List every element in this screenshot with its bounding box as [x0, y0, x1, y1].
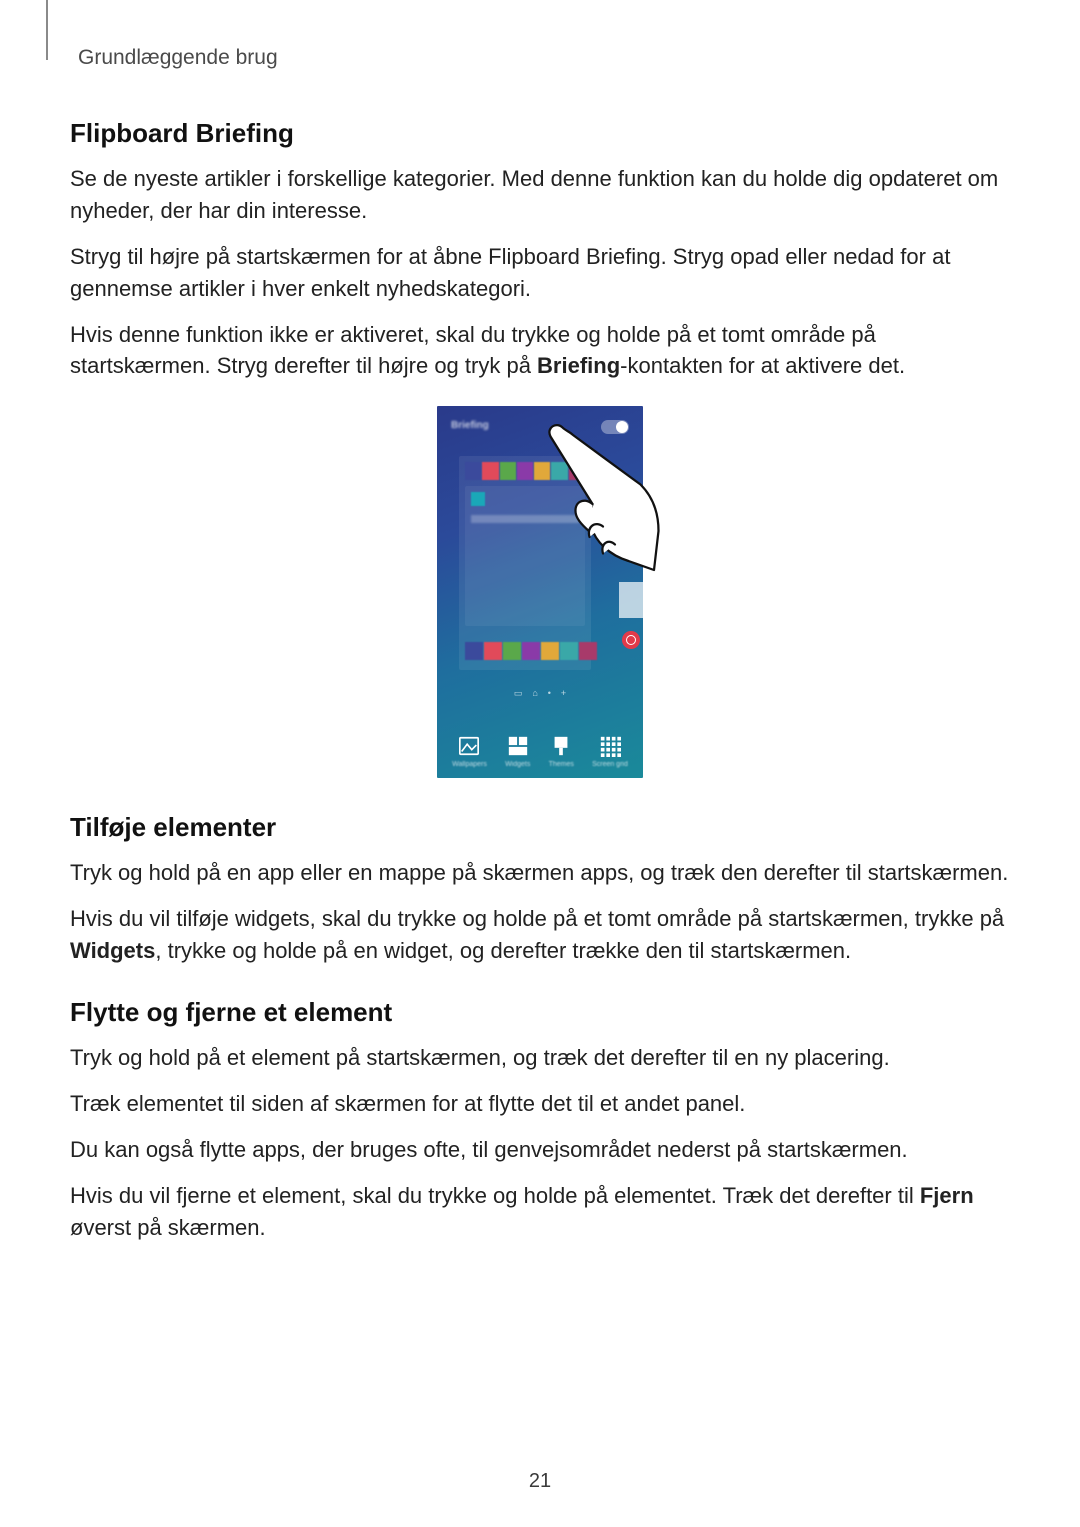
indicator-icon: ▭ — [514, 688, 523, 699]
page-number: 21 — [0, 1470, 1080, 1493]
plus-icon: + — [561, 688, 566, 699]
side-page-thumb-2 — [619, 622, 643, 658]
move-p2: Træk elementet til siden af skærmen for … — [70, 1088, 1010, 1120]
image-icon — [458, 735, 480, 757]
screen-grid-label: Screen grid — [592, 761, 628, 768]
widgets-option: Widgets — [505, 735, 530, 768]
side-page-thumb — [619, 582, 643, 618]
flipboard-icon — [471, 492, 485, 506]
themes-option: Themes — [549, 735, 574, 768]
themes-label: Themes — [549, 761, 574, 768]
flipboard-p3: Hvis denne funktion ikke er aktiveret, s… — [70, 319, 1010, 383]
grid-icon — [599, 735, 621, 757]
move-p4-b: øverst på skærmen. — [70, 1215, 266, 1240]
preview-panel — [459, 456, 591, 670]
heading-flipboard: Flipboard Briefing — [70, 118, 1010, 149]
dot-icon: • — [548, 688, 551, 699]
briefing-toggle-icon — [601, 420, 629, 434]
wallpapers-label: Wallpapers — [452, 761, 487, 768]
add-p2-a: Hvis du vil tilføje widgets, skal du try… — [70, 906, 1004, 931]
flipboard-p1: Se de nyeste artikler i forskellige kate… — [70, 163, 1010, 227]
home-indicator-icon: ⌂ — [532, 688, 537, 699]
widgets-icon — [507, 735, 529, 757]
header-rule — [46, 0, 48, 60]
heading-add: Tilføje elementer — [70, 812, 1010, 843]
heading-move: Flytte og fjerne et element — [70, 997, 1010, 1028]
phone-top-label: Briefing — [451, 420, 489, 431]
add-p1: Tryk og hold på en app eller en mappe på… — [70, 857, 1010, 889]
add-p2-b: , trykke og holde på en widget, og deref… — [155, 938, 851, 963]
mini-card — [465, 486, 585, 626]
figure-briefing-toggle: Briefing ▭ ⌂ • — [70, 406, 1010, 778]
add-p2-bold: Widgets — [70, 938, 155, 963]
move-p1: Tryk og hold på et element på startskærm… — [70, 1042, 1010, 1074]
page-indicator: ▭ ⌂ • + — [437, 688, 643, 699]
move-p4-a: Hvis du vil fjerne et element, skal du t… — [70, 1183, 920, 1208]
page-content: Grundlæggende brug Flipboard Briefing Se… — [0, 0, 1080, 1243]
flipboard-p2: Stryg til højre på startskærmen for at å… — [70, 241, 1010, 305]
color-row-top — [465, 462, 585, 480]
move-p4-bold: Fjern — [920, 1183, 974, 1208]
add-p2: Hvis du vil tilføje widgets, skal du try… — [70, 903, 1010, 967]
flipboard-p3-b: -kontakten for at aktivere det. — [620, 353, 905, 378]
home-options-row: Wallpapers Widgets Themes — [437, 735, 643, 768]
widgets-label: Widgets — [505, 761, 530, 768]
wallpapers-option: Wallpapers — [452, 735, 487, 768]
breadcrumb: Grundlæggende brug — [78, 46, 1010, 70]
move-p4: Hvis du vil fjerne et element, skal du t… — [70, 1180, 1010, 1244]
screen-grid-option: Screen grid — [592, 735, 628, 768]
flipboard-p3-bold: Briefing — [537, 353, 620, 378]
red-circle-icon — [622, 631, 640, 649]
phone-mockup: Briefing ▭ ⌂ • — [437, 406, 643, 778]
color-row-bottom — [465, 642, 597, 660]
move-p3: Du kan også flytte apps, der bruges ofte… — [70, 1134, 1010, 1166]
brush-icon — [550, 735, 572, 757]
